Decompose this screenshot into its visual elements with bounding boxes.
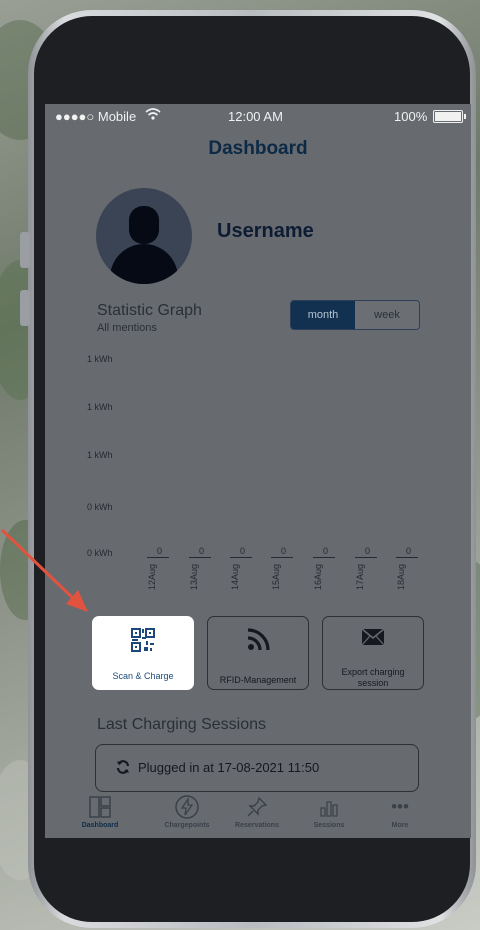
y-tick-label: 1 kWh (87, 450, 113, 460)
tab-more-label: More (391, 822, 409, 829)
tab-reservations-label: Reservations (235, 822, 279, 829)
tab-bar: Dashboard Chargepoints Reservations Sess… (45, 792, 471, 838)
dashboard-icon (65, 795, 135, 819)
y-tick-label: 1 kWh (87, 354, 113, 364)
tab-sessions[interactable]: Sessions (294, 792, 364, 838)
y-tick-label: 1 kWh (87, 402, 113, 412)
avatar[interactable] (96, 188, 192, 284)
export-charging-session-button[interactable]: Export charging session (322, 616, 424, 690)
x-tick-label: 12Aug (147, 563, 158, 591)
scan-and-charge-button[interactable]: Scan & Charge (92, 616, 194, 690)
scan-and-charge-label: Scan & Charge (112, 671, 174, 681)
bar-chart-icon (294, 795, 364, 819)
rfid-management-button[interactable]: RFID-Management (207, 616, 309, 690)
chart-bar: 0 17Aug (355, 546, 383, 596)
rfid-icon (208, 627, 308, 653)
volume-down-button (20, 290, 30, 326)
tab-dashboard[interactable]: Dashboard (65, 792, 135, 838)
bar-value-label: 0 (157, 546, 163, 556)
x-tick-label: 17Aug (355, 563, 366, 591)
tab-chargepoints[interactable]: Chargepoints (152, 792, 222, 838)
page-title: Dashboard (208, 138, 308, 159)
period-toggle: month week (290, 300, 420, 330)
envelope-icon (323, 627, 423, 653)
x-tick-label: 14Aug (230, 563, 241, 591)
week-toggle-button[interactable]: week (355, 301, 419, 329)
volume-up-button (20, 232, 30, 268)
export-charging-session-label: Export charging session (341, 667, 405, 688)
tab-more[interactable]: ••• More (365, 792, 435, 838)
bar-value-label: 0 (281, 546, 287, 556)
statistic-graph-subtitle: All mentions (97, 322, 157, 334)
chart-bar: 0 13Aug (189, 546, 217, 596)
clock: 12:00 AM (228, 109, 283, 124)
bar-value-label: 0 (323, 546, 329, 556)
y-tick-label: 0 kWh (87, 502, 113, 512)
chart-bar: 0 14Aug (230, 546, 258, 596)
refresh-icon (116, 760, 130, 777)
chart-bar: 0 15Aug (271, 546, 299, 596)
qr-code-icon (93, 627, 193, 653)
statistic-graph-title: Statistic Graph (97, 302, 202, 319)
tab-chargepoints-label: Chargepoints (164, 822, 210, 829)
last-charging-sessions-title: Last Charging Sessions (97, 716, 266, 733)
bar-value-label: 0 (365, 546, 371, 556)
tab-dashboard-label: Dashboard (81, 822, 119, 829)
x-tick-label: 16Aug (313, 563, 324, 591)
more-icon: ••• (391, 797, 409, 816)
username: Username (217, 220, 314, 242)
pin-icon (222, 795, 292, 819)
x-tick-label: 15Aug (271, 563, 282, 591)
session-card[interactable]: Plugged in at 17-08-2021 11:50 (95, 744, 419, 792)
month-toggle-button[interactable]: month (291, 301, 355, 329)
app-screen: ●●●●○ Mobile 12:00 AM 100% Dashboard Use… (45, 104, 471, 838)
status-bar: ●●●●○ Mobile 12:00 AM 100% (45, 104, 471, 128)
chart-bar: 0 12Aug (147, 546, 175, 596)
tab-sessions-label: Sessions (313, 822, 345, 829)
session-text: Plugged in at 17-08-2021 11:50 (138, 760, 320, 775)
carrier-label: ●●●●○ Mobile (55, 109, 137, 124)
battery-percent: 100% (394, 109, 428, 124)
bolt-icon (152, 795, 222, 819)
wifi-icon (145, 107, 161, 124)
chart-bar: 0 16Aug (313, 546, 341, 596)
x-tick-label: 18Aug (396, 563, 407, 591)
bar-value-label: 0 (199, 546, 205, 556)
y-tick-label: 0 kWh (87, 548, 113, 558)
bar-value-label: 0 (240, 546, 246, 556)
chart-bar: 0 18Aug (396, 546, 424, 596)
battery-icon (433, 110, 466, 123)
rfid-management-label: RFID-Management (219, 675, 297, 685)
bar-value-label: 0 (406, 546, 412, 556)
tab-reservations[interactable]: Reservations (222, 792, 292, 838)
x-tick-label: 13Aug (189, 563, 200, 591)
